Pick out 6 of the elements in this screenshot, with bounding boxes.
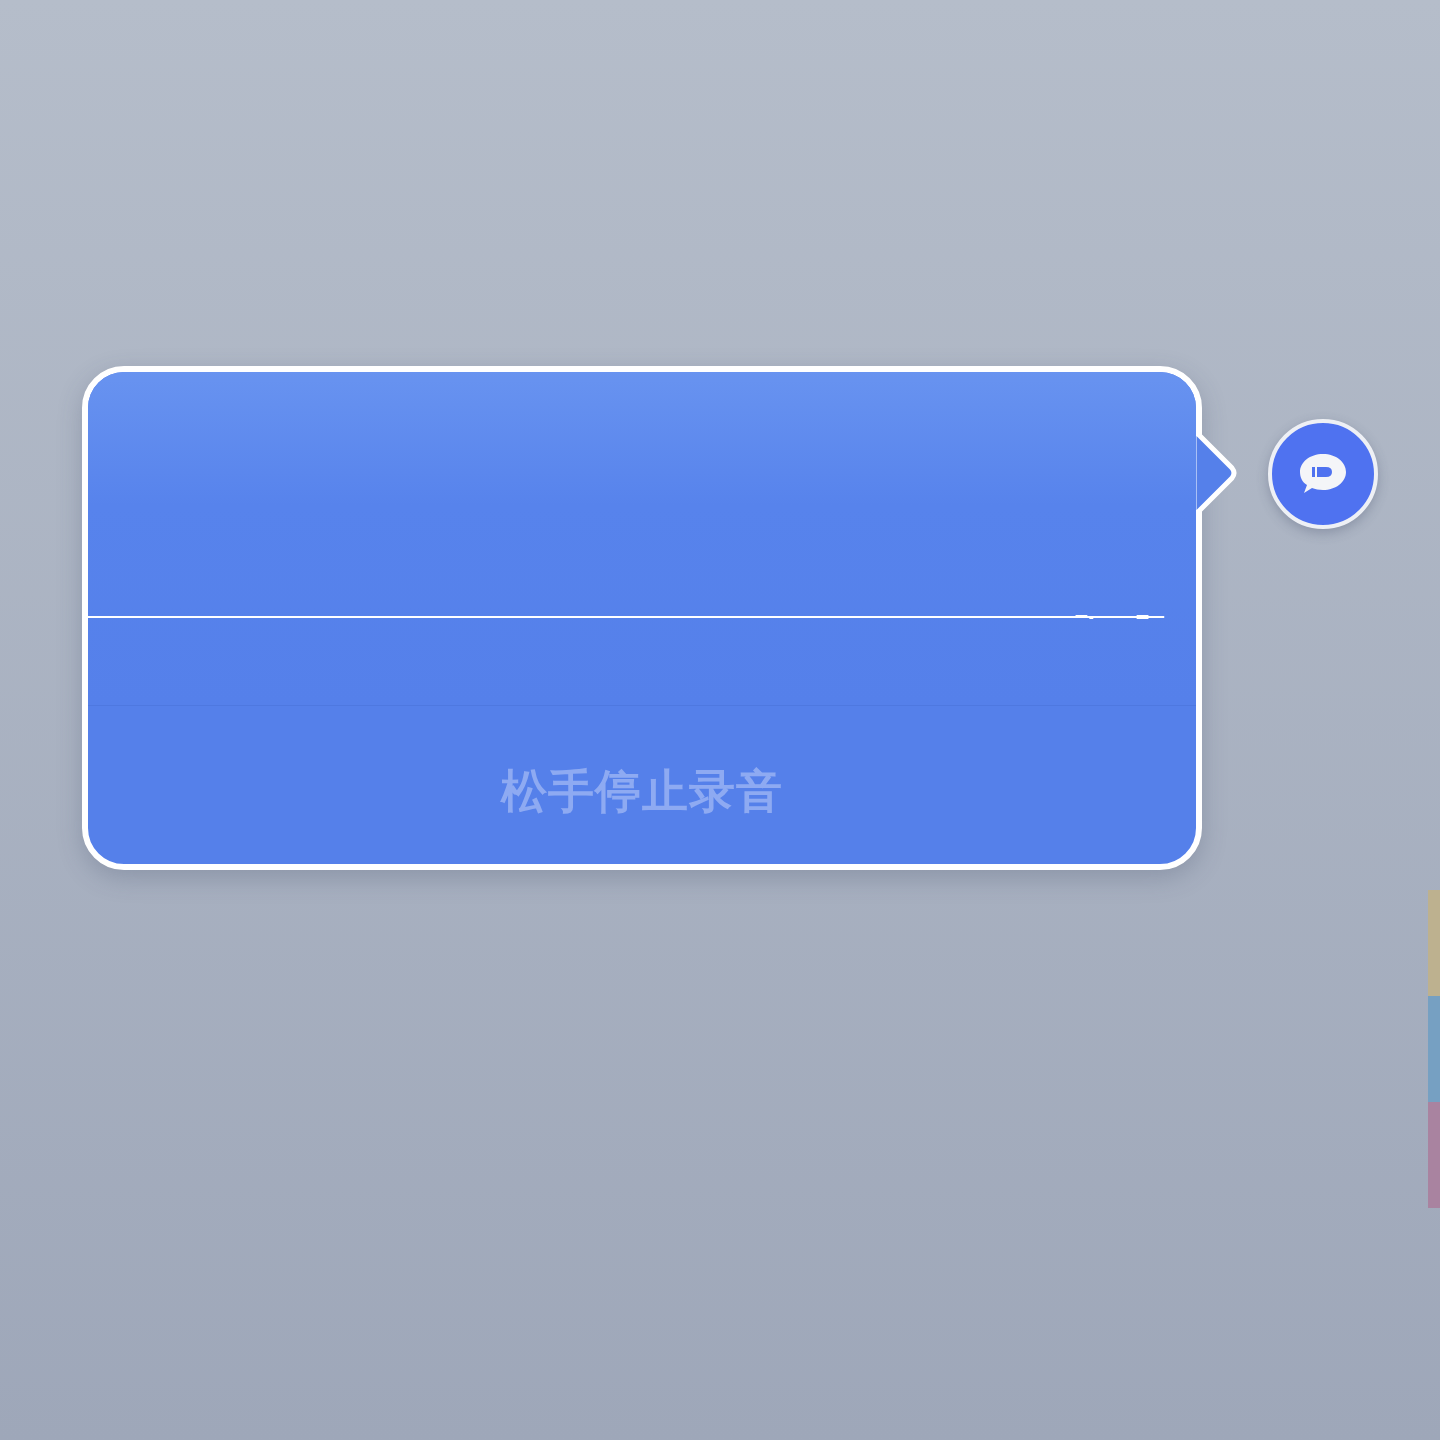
side-tab[interactable] [1428,996,1440,1102]
side-tab[interactable] [1428,890,1440,996]
release-to-stop-hint: 松手停止录音 [501,763,783,820]
speech-bubble-icon [1298,452,1348,496]
side-tab[interactable] [1428,1102,1440,1208]
voice-message-button[interactable] [1268,419,1378,529]
